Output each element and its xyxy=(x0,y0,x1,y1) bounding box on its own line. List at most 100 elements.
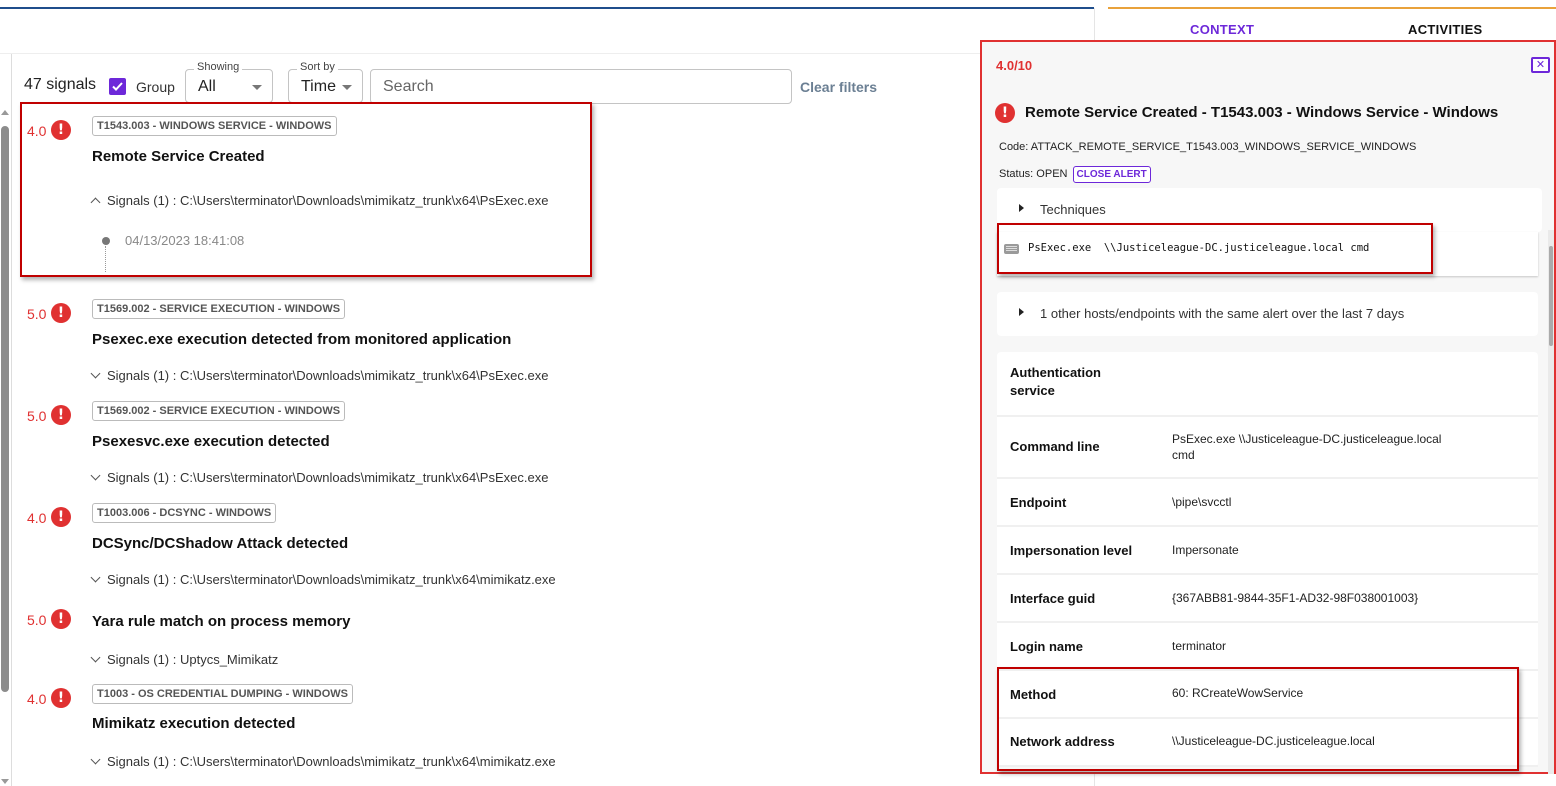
techniques-section[interactable]: Techniques xyxy=(997,188,1542,232)
property-value: 60: RCreateWowService xyxy=(1172,686,1304,700)
property-row: Interface guid {367ABB81-9844-35F1-AD32-… xyxy=(997,575,1538,623)
chevron-down-icon xyxy=(252,85,262,90)
other-hosts-label: 1 other hosts/endpoints with the same al… xyxy=(1040,306,1405,321)
property-row: Command line PsExec.exe \\Justiceleague-… xyxy=(997,417,1538,479)
severity-score: 5.0 xyxy=(27,306,47,322)
property-key: Endpoint xyxy=(1010,495,1067,510)
group-label: Group xyxy=(136,79,175,95)
properties-table: Authentication service Command line PsEx… xyxy=(997,352,1538,767)
other-hosts-section[interactable]: 1 other hosts/endpoints with the same al… xyxy=(997,292,1538,336)
close-alert-button[interactable]: CLOSE ALERT xyxy=(1072,166,1151,183)
alert-title: DCSync/DCShadow Attack detected xyxy=(92,535,349,552)
property-row: Network address \\Justiceleague-DC.justi… xyxy=(997,719,1538,767)
techniques-label: Techniques xyxy=(1040,202,1106,217)
showing-select[interactable]: Showing All xyxy=(185,61,273,103)
sort-by-legend: Sort by xyxy=(297,61,338,73)
scroll-up-arrow-icon[interactable] xyxy=(1,110,9,115)
chevron-down-icon xyxy=(90,754,101,765)
alert-title: Yara rule match on process memory xyxy=(92,613,351,630)
chevron-down-icon xyxy=(90,572,101,583)
property-key: Network address xyxy=(1010,734,1115,749)
detail-status: Status: OPEN xyxy=(999,168,1068,180)
sort-by-select[interactable]: Sort by Time xyxy=(288,61,363,103)
alert-exclamation-icon: ! xyxy=(51,120,71,140)
property-value: Impersonate xyxy=(1172,543,1239,557)
property-value: \pipe\svcctl xyxy=(1172,495,1232,509)
alert-detail-panel: 4.0/10 ✕ ! Remote Service Created - T154… xyxy=(980,40,1556,774)
tab-activities[interactable]: ACTIVITIES xyxy=(1408,22,1483,37)
property-key: Method xyxy=(1010,687,1057,702)
toolbar-separator xyxy=(0,53,1094,54)
check-icon xyxy=(112,82,123,91)
property-row: Login name terminator xyxy=(997,623,1538,671)
signal-timestamp[interactable]: 04/13/2023 18:41:08 xyxy=(125,233,244,248)
command-card: PsExec.exe \\Justiceleague-DC.justicelea… xyxy=(997,232,1538,276)
property-value: terminator xyxy=(1172,639,1227,653)
group-checkbox[interactable] xyxy=(109,78,126,95)
detail-code: Code: ATTACK_REMOTE_SERVICE_T1543.003_WI… xyxy=(999,141,1417,153)
signals-toggle[interactable]: Signals (1) : C:\Users\terminator\Downlo… xyxy=(90,754,556,769)
property-row: Endpoint \pipe\svcctl xyxy=(997,479,1538,527)
chevron-down-icon xyxy=(90,368,101,379)
showing-value: All xyxy=(198,78,216,95)
technique-tag: T1569.002 - SERVICE EXECUTION - WINDOWS xyxy=(92,401,346,421)
caret-right-icon xyxy=(1019,204,1024,212)
alert-exclamation-icon: ! xyxy=(51,507,71,527)
technique-tag: T1003.006 - DCSYNC - WINDOWS xyxy=(92,503,277,523)
severity-score: 4.0 xyxy=(27,691,47,707)
alert-exclamation-icon: ! xyxy=(51,609,71,629)
property-row: Authentication service xyxy=(997,352,1538,417)
property-value: \\Justiceleague-DC.justiceleague.local xyxy=(1172,734,1375,748)
scrollbar-thumb[interactable] xyxy=(1,126,9,692)
technique-tag: T1003 - OS CREDENTIAL DUMPING - WINDOWS xyxy=(92,684,353,704)
timeline-dot xyxy=(102,237,110,245)
list-border xyxy=(11,54,12,786)
scrollbar-thumb[interactable] xyxy=(1549,246,1553,346)
alert-title: Mimikatz execution detected xyxy=(92,715,296,732)
signal-count: 47 signals xyxy=(24,76,97,93)
alert-title: Psexec.exe execution detected from monit… xyxy=(92,331,512,348)
alert-exclamation-icon: ! xyxy=(51,303,71,323)
alert-exclamation-icon: ! xyxy=(51,688,71,708)
chevron-down-icon xyxy=(90,652,101,663)
panel-header-rule xyxy=(1108,7,1556,9)
chevron-down-icon xyxy=(342,85,352,90)
chevron-up-icon xyxy=(90,197,101,208)
alert-title: Remote Service Created xyxy=(92,148,265,165)
caret-right-icon xyxy=(1019,308,1024,316)
signals-toggle[interactable]: Signals (1) : C:\Users\terminator\Downlo… xyxy=(90,572,556,587)
scroll-down-arrow-icon[interactable] xyxy=(1,779,9,784)
alert-list-scrollbar[interactable] xyxy=(0,106,10,786)
severity-score: 5.0 xyxy=(27,408,47,424)
signals-toggle[interactable]: Signals (1) : C:\Users\terminator\Downlo… xyxy=(90,193,548,208)
detail-score: 4.0/10 xyxy=(996,58,1033,73)
tab-context[interactable]: CONTEXT xyxy=(1190,22,1254,37)
signals-toggle[interactable]: Signals (1) : Uptycs_Mimikatz xyxy=(90,652,278,667)
close-icon[interactable]: ✕ xyxy=(1531,57,1550,73)
alert-exclamation-icon: ! xyxy=(995,103,1015,123)
property-key: Login name xyxy=(1010,639,1083,654)
property-row: Method 60: RCreateWowService xyxy=(997,671,1538,719)
command-text: PsExec.exe \\Justiceleague-DC.justicelea… xyxy=(1028,242,1370,254)
clear-filters-link[interactable]: Clear filters xyxy=(800,79,877,95)
detail-panel-scrollbar[interactable] xyxy=(1548,230,1554,774)
header-rule xyxy=(0,7,1094,9)
signals-toggle[interactable]: Signals (1) : C:\Users\terminator\Downlo… xyxy=(90,470,548,485)
sort-by-value: Time xyxy=(301,78,336,95)
filter-toolbar: 47 signals Group Showing All Sort by Tim… xyxy=(0,61,980,106)
property-key: Impersonation level xyxy=(1010,543,1133,558)
detail-status-row: Status: OPEN CLOSE ALERT xyxy=(999,166,1151,183)
property-key: Command line xyxy=(1010,439,1100,454)
timeline-connector xyxy=(105,246,106,272)
signals-toggle[interactable]: Signals (1) : C:\Users\terminator\Downlo… xyxy=(90,368,548,383)
search-input[interactable] xyxy=(370,69,792,104)
property-key: Interface guid xyxy=(1010,591,1096,606)
keyboard-icon xyxy=(1004,244,1019,254)
detail-title: Remote Service Created - T1543.003 - Win… xyxy=(1025,104,1499,121)
property-value: PsExec.exe \\Justiceleague-DC.justicelea… xyxy=(1172,432,1442,462)
property-value: {367ABB81-9844-35F1-AD32-98F038001003} xyxy=(1172,591,1419,605)
severity-score: 5.0 xyxy=(27,612,47,628)
severity-score: 4.0 xyxy=(27,123,47,139)
technique-tag: T1543.003 - WINDOWS SERVICE - WINDOWS xyxy=(92,116,337,136)
alert-title: Psexesvc.exe execution detected xyxy=(92,433,330,450)
